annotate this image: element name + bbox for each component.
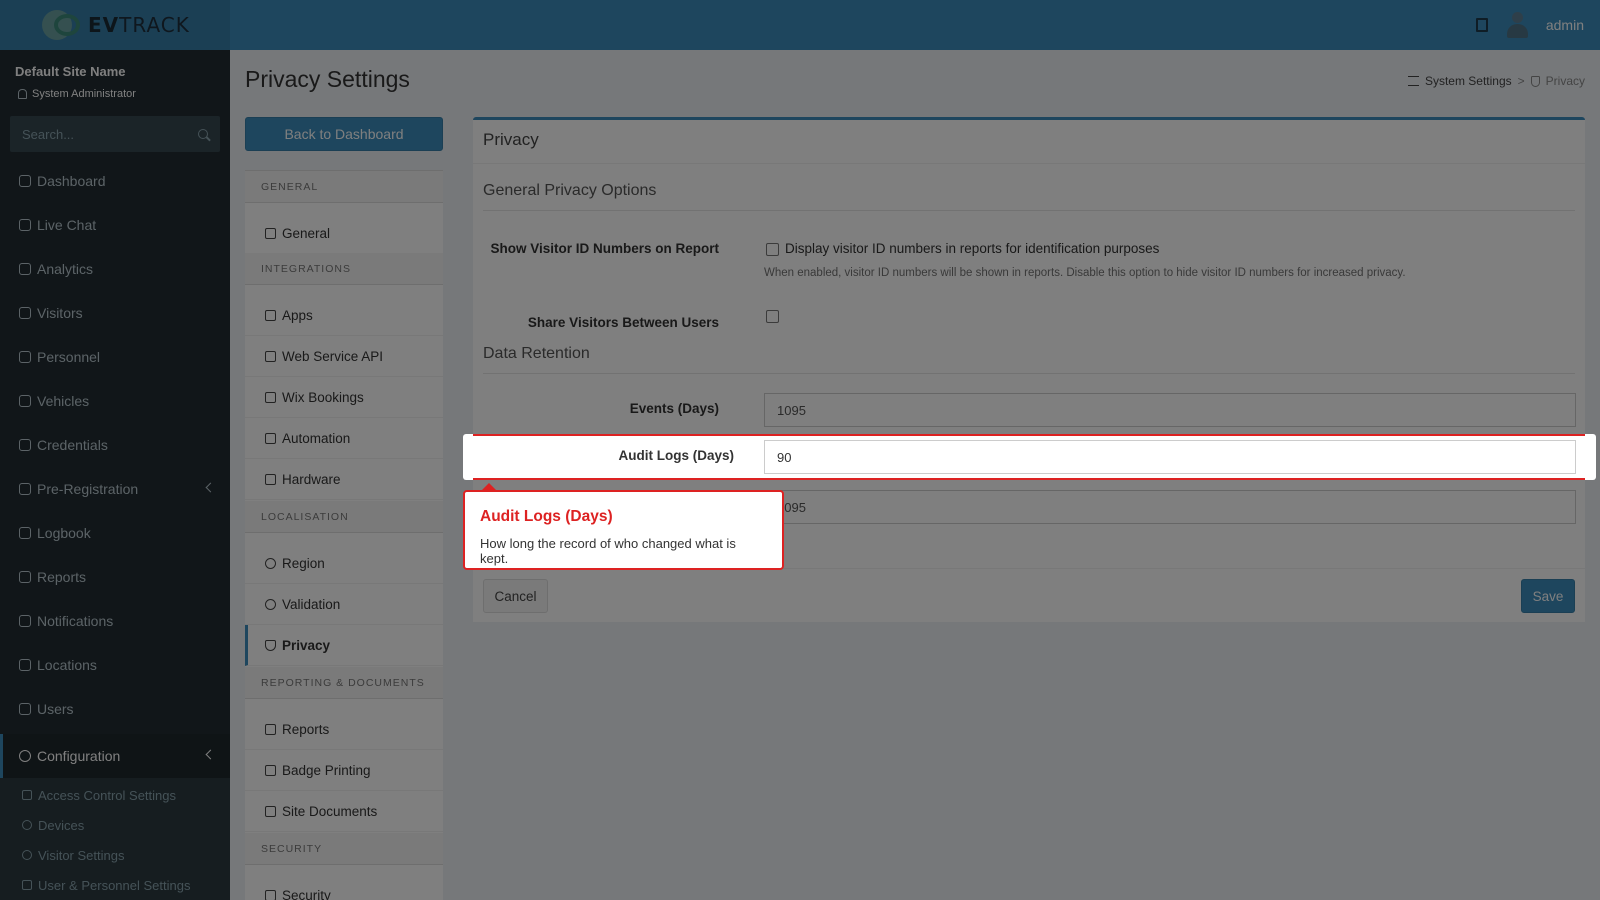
audit-logs-input[interactable]: 90 — [764, 440, 1576, 474]
tooltip-title: Audit Logs (Days) — [480, 508, 613, 525]
tour-tooltip: Audit Logs (Days) How long the record of… — [463, 483, 784, 570]
tooltip-body: How long the record of who changed what … — [480, 536, 736, 566]
audit-logs-label: Audit Logs (Days) — [618, 448, 734, 463]
